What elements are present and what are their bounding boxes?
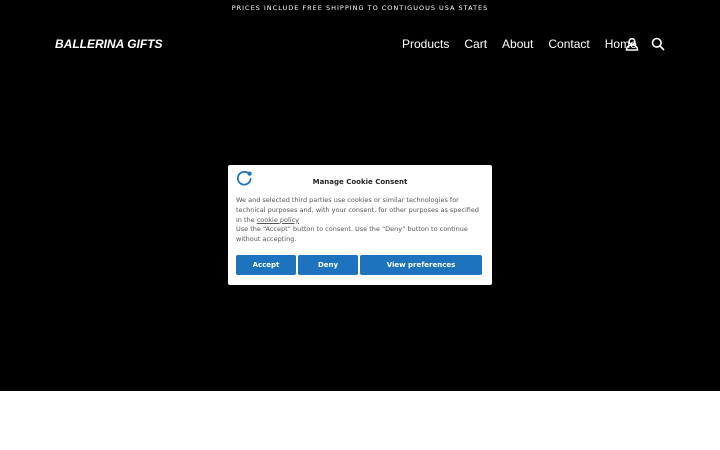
cookie-button-row: Accept Deny View preferences: [236, 255, 482, 275]
nav-products[interactable]: Products: [402, 36, 449, 52]
nav-cart[interactable]: Cart: [464, 36, 487, 52]
view-preferences-button[interactable]: View preferences: [360, 255, 482, 275]
announcement-bar: PRICES INCLUDE FREE SHIPPING TO CONTIGUO…: [231, 4, 489, 12]
site-logo[interactable]: BALLERINA GIFTS: [55, 37, 163, 51]
accept-button[interactable]: Accept: [236, 255, 296, 275]
account-icon[interactable]: [625, 37, 639, 51]
cookie-policy-link[interactable]: cookie policy: [257, 216, 299, 224]
cookie-modal-body: We and selected third parties use cookie…: [236, 196, 486, 245]
cookie-modal-title: Manage Cookie Consent: [312, 178, 408, 186]
main-nav: Products Cart About Contact Home: [402, 36, 637, 52]
cookie-text-2: Use the “Accept” button to consent. Use …: [236, 225, 468, 244]
nav-about[interactable]: About: [502, 36, 533, 52]
nav-contact[interactable]: Contact: [548, 36, 589, 52]
search-icon[interactable]: [651, 37, 665, 51]
cookie-consent-modal: Manage Cookie Consent We and selected th…: [228, 165, 492, 285]
deny-button[interactable]: Deny: [298, 255, 358, 275]
